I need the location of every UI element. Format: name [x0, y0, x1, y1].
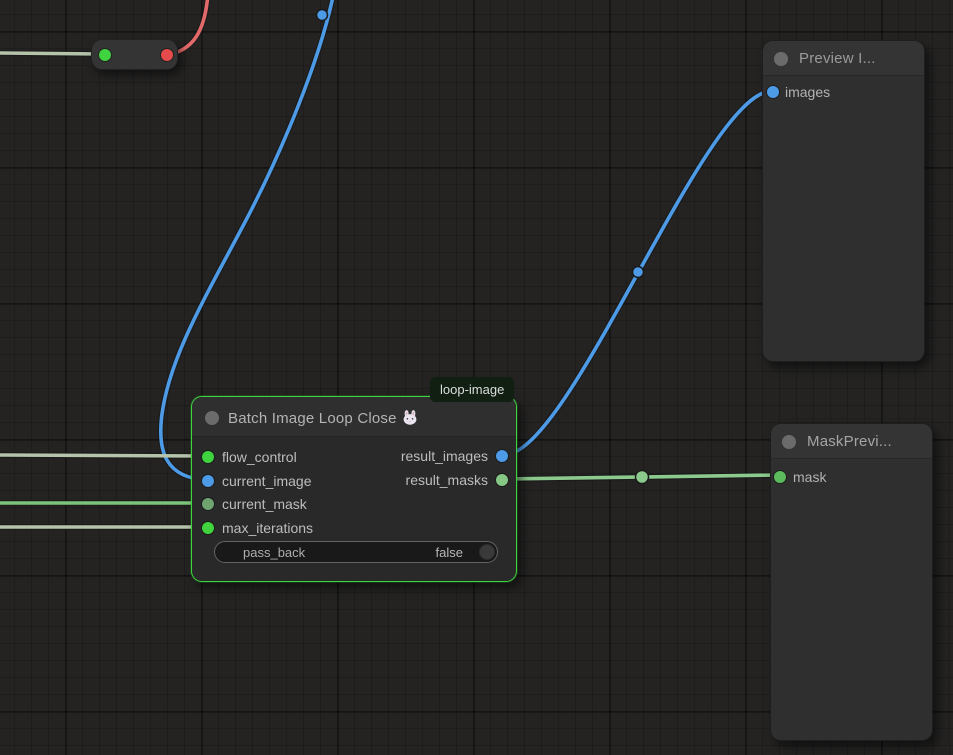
input-port-mask[interactable] — [774, 471, 786, 483]
input-label: mask — [793, 469, 826, 485]
output-port-result-images[interactable] — [496, 450, 508, 462]
output-slot-result-images[interactable]: result_images — [356, 447, 516, 465]
rabbit-face-icon — [402, 410, 418, 425]
output-label: result_images — [401, 448, 488, 464]
input-label: current_mask — [222, 496, 307, 512]
input-label: current_image — [222, 473, 312, 489]
node-title: MaskPrevi... — [807, 433, 892, 450]
link-midpoint-dot[interactable] — [317, 10, 328, 21]
input-label: images — [785, 84, 830, 100]
wire-pale-into-flow-control — [0, 455, 207, 456]
output-port-result-masks[interactable] — [496, 474, 508, 486]
link-midpoint-dot[interactable] — [633, 267, 644, 278]
collapse-dot-icon[interactable] — [782, 435, 796, 449]
input-label: max_iterations — [222, 520, 313, 536]
widget-label: pass_back — [243, 545, 305, 560]
node-editor-canvas[interactable]: loop-image Batch Image Loop Close flow_c… — [0, 0, 953, 755]
node-header[interactable]: Preview I... — [763, 41, 924, 76]
node-header[interactable]: Batch Image Loop Close — [192, 397, 516, 437]
node-header[interactable]: MaskPrevi... — [771, 424, 932, 459]
output-slot-result-masks[interactable]: result_masks — [356, 471, 516, 489]
output-label: result_masks — [406, 472, 488, 488]
node-preview-image[interactable]: Preview I... images — [762, 40, 925, 362]
widget-value: false — [436, 545, 463, 560]
node-batch-image-loop-close[interactable]: Batch Image Loop Close flow_control curr… — [191, 396, 517, 582]
badge-label: loop-image — [440, 382, 504, 397]
link-midpoint-dot[interactable] — [636, 471, 649, 484]
node-title-badge: loop-image — [430, 377, 514, 402]
input-port-current-mask[interactable] — [202, 498, 214, 510]
collapse-dot-icon[interactable] — [205, 411, 219, 425]
collapsed-node[interactable] — [91, 39, 178, 70]
wire-pale-into-reroute — [0, 53, 103, 54]
input-port-flow-control[interactable] — [202, 451, 214, 463]
input-port-max-iterations[interactable] — [202, 522, 214, 534]
collapsed-node-input-port[interactable] — [99, 49, 111, 61]
collapsed-node-output-port[interactable] — [161, 49, 173, 61]
toggle-knob-icon[interactable] — [479, 544, 495, 560]
input-label: flow_control — [222, 449, 297, 465]
node-title: Batch Image Loop Close — [228, 408, 418, 427]
collapse-dot-icon[interactable] — [774, 52, 788, 66]
node-mask-preview[interactable]: MaskPrevi... mask — [770, 423, 933, 741]
input-port-current-image[interactable] — [202, 475, 214, 487]
input-port-images[interactable] — [767, 86, 779, 98]
pass-back-toggle-widget[interactable]: pass_back false — [214, 541, 498, 563]
node-title: Preview I... — [799, 50, 876, 67]
